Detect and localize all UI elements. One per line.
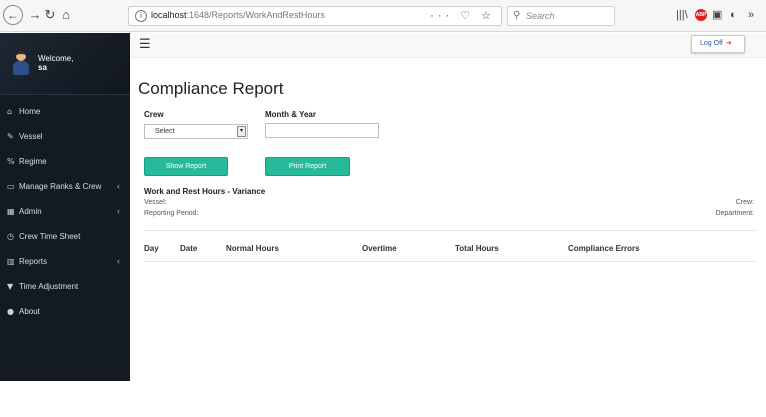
month-year-field[interactable] <box>265 123 379 138</box>
browser-toolbar: ← → ↻ ⌂ i localhost:1648/Reports/WorkAnd… <box>0 0 766 32</box>
chevron-left-icon: ‹ <box>117 206 120 216</box>
home-icon: ⌂ <box>7 107 13 116</box>
app-topbar: ☰ Log Off ➜ <box>130 33 766 58</box>
browser-search-input[interactable]: ⚲ Search <box>507 6 615 26</box>
home-button[interactable]: ⌂ <box>58 7 74 23</box>
sidebar-item-manage-ranks-crew[interactable]: ▭ Manage Ranks & Crew ‹ <box>0 174 130 199</box>
filter-icon: ▼ <box>7 282 14 291</box>
page-bottom <box>0 381 766 417</box>
column-header-overtime: Overtime <box>362 244 397 253</box>
reload-button[interactable]: ↻ <box>42 7 58 23</box>
chevron-down-icon: ▾ <box>237 126 246 137</box>
reporting-period-label: Reporting Period: <box>144 210 199 217</box>
table-icon: ▦ <box>7 207 15 216</box>
department-label: Department: <box>715 210 754 217</box>
sidebar-item-reports[interactable]: ▥ Reports ‹ <box>0 249 130 274</box>
table-divider <box>144 261 758 262</box>
column-header-total-hours: Total Hours <box>455 244 499 253</box>
site-info-icon[interactable]: i <box>135 10 147 22</box>
column-header-date: Date <box>180 244 198 253</box>
adblock-icon[interactable]: ABP <box>695 9 707 21</box>
sidebar-item-admin[interactable]: ▦ Admin ‹ <box>0 199 130 224</box>
welcome-text: Welcome, sa <box>38 54 74 72</box>
avatar <box>12 51 30 75</box>
section-title: Work and Rest Hours - Variance <box>144 187 266 196</box>
search-icon: ⚲ <box>513 10 521 21</box>
overflow-menu-icon[interactable]: » <box>748 9 754 21</box>
divider <box>144 230 758 231</box>
sidebar-item-home[interactable]: ⌂ Home <box>0 99 130 124</box>
extension-icon[interactable]: ◐ <box>730 9 737 21</box>
chevron-left-icon: ‹ <box>117 181 120 191</box>
vessel-label: Vessel: <box>144 199 167 206</box>
sidebar-item-vessel[interactable]: ✎ Vessel <box>0 124 130 149</box>
sidebar-item-time-adjustment[interactable]: ▼ Time Adjustment <box>0 274 130 299</box>
log-off-button[interactable]: Log Off ➜ <box>691 35 745 53</box>
page-title: Compliance Report <box>138 79 284 98</box>
sidebar-toggle-icon[interactable]: ▣ <box>712 9 722 21</box>
column-header-compliance-errors: Compliance Errors <box>568 244 640 253</box>
sidebar-item-regime[interactable]: % Regime <box>0 149 130 174</box>
page-actions[interactable]: ··· ♡ ☆ <box>430 9 495 22</box>
forward-button[interactable]: → <box>27 7 43 23</box>
sidebar-item-about[interactable]: ● About <box>0 299 130 324</box>
library-icon[interactable]: |||\ <box>676 9 688 21</box>
username: sa <box>38 63 47 72</box>
back-button[interactable]: ← <box>3 5 23 25</box>
edit-icon: ✎ <box>7 132 14 141</box>
print-report-button[interactable]: Print Report <box>265 157 350 176</box>
url-text: localhost:1648/Reports/WorkAndRestHours <box>151 10 325 20</box>
user-icon: ● <box>7 307 14 316</box>
column-header-normal-hours: Normal Hours <box>226 244 279 253</box>
address-bar[interactable]: i localhost:1648/Reports/WorkAndRestHour… <box>128 6 502 26</box>
search-placeholder: Search <box>526 11 555 21</box>
clock-icon: ◷ <box>7 232 14 241</box>
desktop-icon: ▭ <box>7 182 15 191</box>
user-profile: Welcome, sa <box>0 33 130 95</box>
sidebar-menu: ⌂ Home ✎ Vessel % Regime ▭ Manage Ranks & Cr… <box>0 99 130 324</box>
crew-info-label: Crew: <box>735 199 754 206</box>
crew-label: Crew <box>144 110 164 119</box>
column-header-day: Day <box>144 244 159 253</box>
sign-out-icon: ➜ <box>725 40 732 47</box>
month-year-label: Month & Year <box>265 110 316 119</box>
sidebar: Welcome, sa ⌂ Home ✎ Vessel % Regime ▭ Manag… <box>0 33 130 381</box>
bar-chart-icon: ▥ <box>7 257 15 266</box>
crew-select[interactable]: Select ▾ <box>144 124 248 139</box>
link-icon: % <box>7 157 15 166</box>
menu-toggle-icon[interactable]: ☰ <box>139 38 151 51</box>
sidebar-item-crew-time-sheet[interactable]: ◷ Crew Time Sheet <box>0 224 130 249</box>
show-report-button[interactable]: Show Report <box>144 157 228 176</box>
chevron-left-icon: ‹ <box>117 256 120 266</box>
